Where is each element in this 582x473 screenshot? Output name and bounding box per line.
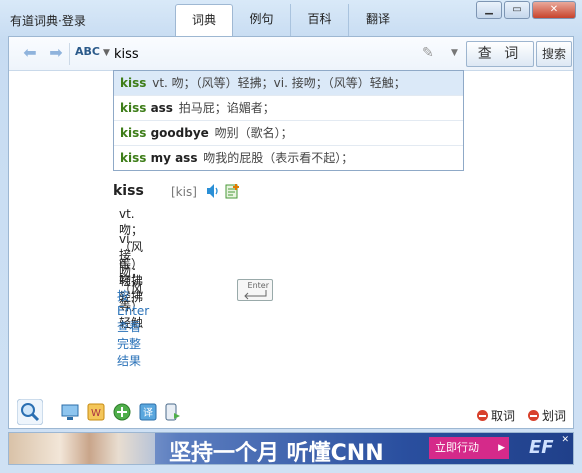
suggestion-item[interactable]: kiss ass 拍马屁；谄媚者； [114,96,463,121]
ad-action-button[interactable]: 立即行动 [429,437,509,459]
ad-logo: EF [529,437,554,458]
suggestion-item[interactable]: kiss vt. 吻；（风等）轻拂；vi. 接吻；（风等）轻触； [114,71,463,96]
tab-dictionary[interactable]: 词典 [175,4,233,37]
select-word-toggle[interactable]: 划词 [528,407,566,424]
enter-key-label: Enter [247,281,269,290]
wordbook-icon[interactable]: W [87,403,105,421]
input-mode-label: ABC [75,45,100,58]
computer-icon[interactable] [61,403,79,421]
tab-bar: 词典 例句 百科 翻译 [175,4,407,37]
lookup-button[interactable]: 查 词 [466,41,534,67]
suggestion-item[interactable]: kiss goodbye 吻别（歌名）； [114,121,463,146]
forward-arrow-icon[interactable]: ➡ [47,45,65,61]
suggestion-phrase: goodbye [146,126,209,140]
search-toolbar: ⬅ ➡ ABC▼ ✎ ▼ 查 词 搜索 [9,37,573,71]
ad-banner[interactable]: 坚持一个月 听懂CNN 立即行动 EF ✕ [8,432,574,465]
enter-key-icon: Enter [237,279,273,301]
search-input[interactable] [114,43,444,65]
suggestion-keyword: kiss [120,76,147,90]
select-word-label: 划词 [542,409,567,423]
main-panel: ⬅ ➡ ABC▼ ✎ ▼ 查 词 搜索 kiss vt. 吻；（风等）轻拂；vi… [8,36,574,429]
web-search-button[interactable]: 搜索 [536,41,572,67]
login-link[interactable]: 登录 [62,14,86,28]
toolbar-divider [69,43,70,65]
return-arrow-icon [244,290,267,300]
suggestion-keyword: kiss [120,101,147,115]
grammar-icon[interactable]: 译 [139,403,157,421]
add-to-wordbook-icon[interactable] [225,183,241,199]
disabled-icon [528,410,539,421]
suggestion-phrase: ass [146,101,173,115]
suggestion-definition: 吻别（歌名）； [214,126,293,140]
mobile-icon[interactable] [163,403,181,421]
magnifier-menu-icon[interactable] [17,399,43,425]
handwriting-pen-icon[interactable]: ✎ [422,45,434,61]
svg-text:译: 译 [143,407,153,419]
back-arrow-icon[interactable]: ⬅ [21,45,39,61]
tab-encyclopedia[interactable]: 百科 [291,4,349,36]
suggestion-definition: 拍马屁；谄媚者； [178,101,275,115]
phonetic: [kis] [171,185,197,199]
title-bar: 有道词典·登录 词典 例句 百科 翻译 ▁ ▭ ✕ [0,0,582,37]
close-button[interactable]: ✕ [532,1,576,19]
app-title: 有道词典·登录 [10,12,86,29]
ad-photo [9,433,155,464]
suggestion-keyword: kiss [120,151,147,165]
headword: kiss [113,183,144,199]
take-word-toggle[interactable]: 取词 [477,407,515,424]
history-dropdown-icon[interactable]: ▼ [451,48,458,58]
ad-close-icon[interactable]: ✕ [561,435,569,445]
app-name: 有道词典 [10,14,59,28]
chevron-down-icon: ▼ [102,48,110,58]
restore-button[interactable]: ▭ [504,1,530,19]
tab-translate[interactable]: 翻译 [349,4,407,36]
full-result-link[interactable]: 按Enter查看完整结果 [117,287,149,369]
svg-text:W: W [91,408,101,419]
translate-icon[interactable] [113,403,131,421]
suggestion-keyword: kiss [120,126,147,140]
suggestion-phrase: my ass [146,151,198,165]
suggestion-definition: 吻我的屁股（表示看不起）； [203,151,354,165]
suggestion-dropdown: kiss vt. 吻；（风等）轻拂；vi. 接吻；（风等）轻触； kiss as… [113,70,464,171]
window-controls: ▁ ▭ ✕ [476,1,576,19]
disabled-icon [477,410,488,421]
minimize-button[interactable]: ▁ [476,1,502,19]
input-mode-selector[interactable]: ABC ▼ [75,45,110,58]
bottom-toolbar: W 译 取词 划词 [9,395,573,429]
tab-examples[interactable]: 例句 [233,4,291,36]
suggestion-definition: vt. 吻；（风等）轻拂；vi. 接吻；（风等）轻触； [152,76,406,90]
ad-slogan: 坚持一个月 听懂CNN [169,441,384,465]
suggestion-item[interactable]: kiss my ass 吻我的屁股（表示看不起）； [114,146,463,171]
take-word-label: 取词 [491,409,516,423]
speaker-icon[interactable] [205,183,219,199]
